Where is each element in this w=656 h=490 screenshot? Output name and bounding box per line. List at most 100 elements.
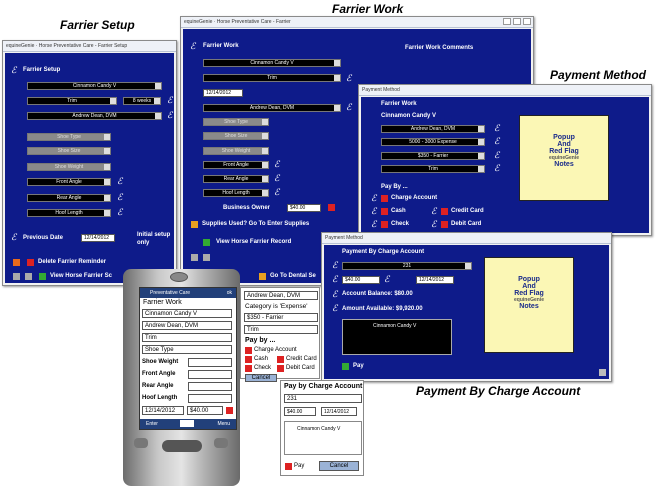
close-icon[interactable] [523, 18, 531, 25]
mp-cash-checkbox[interactable] [245, 356, 252, 363]
charge-pay-button[interactable]: Pay [353, 363, 364, 369]
mc-pay-checkbox[interactable] [285, 463, 292, 470]
mc-account-select[interactable]: 231 [284, 394, 362, 403]
equinegenie-icon[interactable]: ℰ [167, 96, 172, 105]
end-call-button-icon[interactable] [214, 438, 228, 448]
setup-interval-select[interactable]: 8 weeks [123, 97, 161, 105]
equinegenie-icon[interactable]: ℰ [117, 177, 122, 186]
check-checkbox[interactable] [381, 221, 388, 228]
payment-service-select[interactable]: Trim [381, 165, 485, 173]
pda-date-field[interactable]: 12/14/2012 [142, 406, 184, 415]
previous-date-field[interactable]: 12/14/2012 [81, 234, 115, 242]
supplies-icon[interactable] [191, 221, 198, 228]
work-shoe-weight-select[interactable]: Shoe Weight [203, 147, 269, 155]
charge-date-field[interactable]: 12/14/2012 [416, 276, 454, 284]
setup-farrier-select[interactable]: Andrew Dean, DVM [27, 112, 162, 120]
delete-reminder-button[interactable]: Delete Farrier Reminder [38, 259, 106, 265]
setup-shoe-weight-select[interactable]: Shoe Weight [27, 163, 111, 171]
pda-rear-angle-select[interactable] [188, 382, 232, 391]
setup-horse-select[interactable]: Cinnamon Candy V [27, 82, 162, 90]
mc-memo-field[interactable]: Cinnamon Candy V [284, 421, 362, 455]
pda-farrier-select[interactable]: Andrew Dean, DVM [142, 321, 232, 330]
payment-fee-select[interactable]: $350 - Farrier [381, 152, 485, 160]
up-arrow-icon[interactable] [13, 273, 20, 280]
call-button-icon[interactable] [134, 438, 148, 448]
equinegenie-icon[interactable]: ℰ [274, 188, 279, 197]
dental-icon[interactable] [259, 273, 266, 280]
credit-card-checkbox[interactable] [441, 208, 448, 215]
work-hoof-length-select[interactable]: Hoof Length [203, 189, 269, 197]
work-front-angle-select[interactable]: Front Angle [203, 161, 269, 169]
mp-service-select[interactable]: Trim [244, 325, 318, 334]
charge-account-checkbox[interactable] [381, 195, 388, 202]
mp-farrier-select[interactable]: Andrew Dean, DVM [244, 291, 318, 300]
supplies-link[interactable]: Supplies Used? Go To Enter Supplies [202, 221, 309, 227]
pda-horse-select[interactable]: Cinnamon Candy V [142, 309, 232, 318]
business-owner-amount[interactable]: $40.00 [287, 204, 321, 212]
setup-hoof-length-select[interactable]: Hoof Length [27, 209, 111, 217]
mp-fee-select[interactable]: $350 - Farrier [244, 313, 318, 322]
equinegenie-icon[interactable]: ℰ [494, 137, 499, 146]
minimize-icon[interactable] [503, 18, 511, 25]
mp-check-checkbox[interactable] [245, 365, 252, 372]
view-farrier-schedule-button[interactable]: View Horse Farrier Sc [50, 273, 112, 279]
popup-red-flag-notes[interactable]: Popup And Red Flag equineGenie Notes [519, 115, 609, 201]
pda-amount-field[interactable]: $40.00 [187, 406, 223, 415]
pda-hoof-length-select[interactable] [188, 394, 232, 403]
pda-shoe-weight-select[interactable] [188, 358, 232, 367]
work-date-field[interactable]: 12/14/2012 [203, 89, 243, 97]
work-farrier-select[interactable]: Andrew Dean, DVM [203, 104, 341, 112]
charge-account-select[interactable]: 231 [342, 262, 472, 270]
charge-amount-field[interactable]: $40.00 [342, 276, 380, 284]
cash-checkbox[interactable] [381, 208, 388, 215]
debit-card-checkbox[interactable] [441, 221, 448, 228]
work-service-select[interactable]: Trim [203, 74, 341, 82]
keyboard-icon[interactable] [180, 420, 194, 427]
work-shoe-type-select[interactable]: Shoe Type [203, 118, 269, 126]
pda-menu-softkey[interactable]: Menu [217, 419, 230, 429]
view-record-icon[interactable] [39, 273, 46, 280]
setup-shoe-size-select[interactable]: Shoe Size [27, 147, 111, 155]
equinegenie-icon[interactable]: ℰ [167, 111, 172, 120]
delete-icon[interactable] [27, 259, 34, 266]
equinegenie-icon[interactable]: ℰ [274, 160, 279, 169]
equinegenie-icon[interactable]: ℰ [494, 164, 499, 173]
owner-flag-icon[interactable] [328, 204, 335, 211]
equinegenie-icon[interactable]: ℰ [494, 124, 499, 133]
mp-debit-checkbox[interactable] [277, 365, 284, 372]
equinegenie-icon[interactable]: ℰ [494, 151, 499, 160]
payment-farrier-select[interactable]: Andrew Dean, DVM [381, 125, 485, 133]
setup-shoe-type-select[interactable]: Shoe Type [27, 133, 111, 141]
setup-front-angle-select[interactable]: Front Angle [27, 178, 111, 186]
equinegenie-icon[interactable]: ℰ [346, 103, 351, 112]
undo-icon[interactable] [25, 273, 32, 280]
work-shoe-size-select[interactable]: Shoe Size [203, 132, 269, 140]
view-record-icon[interactable] [203, 239, 210, 246]
pay-icon[interactable] [342, 363, 349, 370]
equinegenie-icon[interactable]: ℰ [346, 74, 351, 83]
close-icon[interactable] [599, 369, 606, 376]
maximize-icon[interactable] [513, 18, 521, 25]
view-farrier-record-button[interactable]: View Horse Farrier Record [216, 239, 291, 245]
mc-cancel-button[interactable]: Cancel [319, 461, 359, 471]
mc-date-field[interactable]: 12/14/2012 [321, 407, 357, 416]
up-arrow-icon[interactable] [191, 254, 198, 261]
setup-rear-angle-select[interactable]: Rear Angle [27, 194, 111, 202]
equinegenie-icon[interactable]: ℰ [117, 193, 122, 202]
pda-flag-icon[interactable] [226, 407, 233, 414]
equinegenie-icon[interactable]: ℰ [274, 174, 279, 183]
popup-red-flag-notes[interactable]: Popup And Red Flag equineGenie Notes [484, 257, 574, 353]
equinegenie-icon[interactable]: ℰ [117, 208, 122, 217]
pda-shoe-type-select[interactable]: Shoe Type [142, 345, 232, 354]
mp-charge-checkbox[interactable] [245, 347, 252, 354]
work-horse-select[interactable]: Cinnamon Candy V [203, 59, 341, 67]
mp-credit-checkbox[interactable] [277, 356, 284, 363]
work-rear-angle-select[interactable]: Rear Angle [203, 175, 269, 183]
pda-dpad[interactable] [162, 440, 202, 452]
dental-link[interactable]: Go To Dental Se [270, 273, 316, 279]
undo-icon[interactable] [203, 254, 210, 261]
charge-memo-field[interactable]: Cinnamon Candy V [342, 319, 452, 355]
pda-ok-button[interactable]: ok [227, 288, 232, 298]
mp-cancel-button[interactable]: Cancel [245, 374, 277, 382]
payment-expense-select[interactable]: 5000 - 3000 Expense [381, 138, 485, 146]
